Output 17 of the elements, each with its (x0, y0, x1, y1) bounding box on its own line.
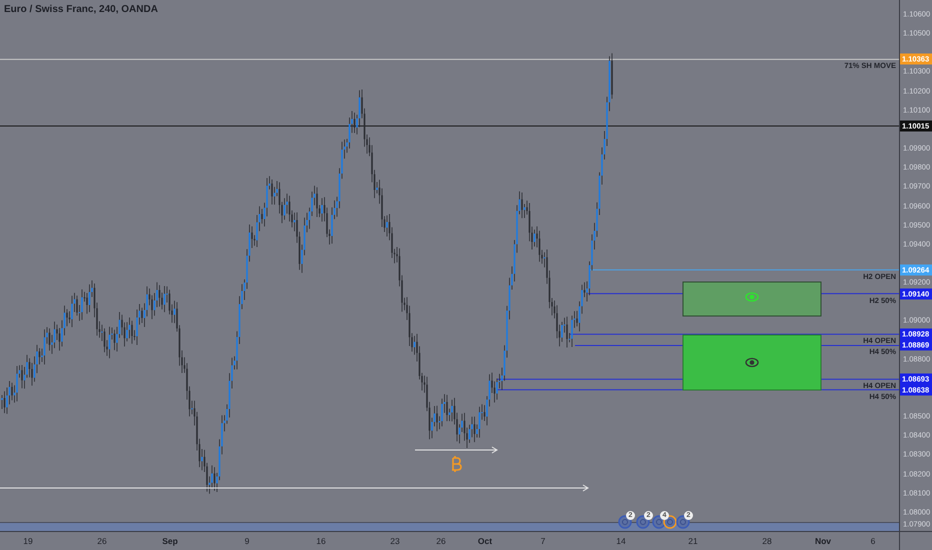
bitcoin-icon (451, 455, 462, 473)
time-label: 19 (23, 536, 33, 546)
time-label: 16 (316, 536, 326, 546)
time-label: 28 (762, 536, 772, 546)
time-label: 21 (688, 536, 698, 546)
time-label: 7 (540, 536, 546, 546)
time-label: 9 (244, 536, 250, 546)
eye-icon[interactable] (745, 358, 759, 368)
chart-title: Euro / Swiss Franc, 240, OANDA (4, 4, 158, 15)
time-label: 14 (616, 536, 626, 546)
time-label: Sep (162, 536, 178, 546)
time-label: 26 (436, 536, 446, 546)
time-label: 26 (97, 536, 107, 546)
time-label: 23 (390, 536, 400, 546)
time-label: 6 (870, 536, 876, 546)
time-label: Nov (814, 536, 832, 546)
time-label: Oct (478, 536, 492, 546)
